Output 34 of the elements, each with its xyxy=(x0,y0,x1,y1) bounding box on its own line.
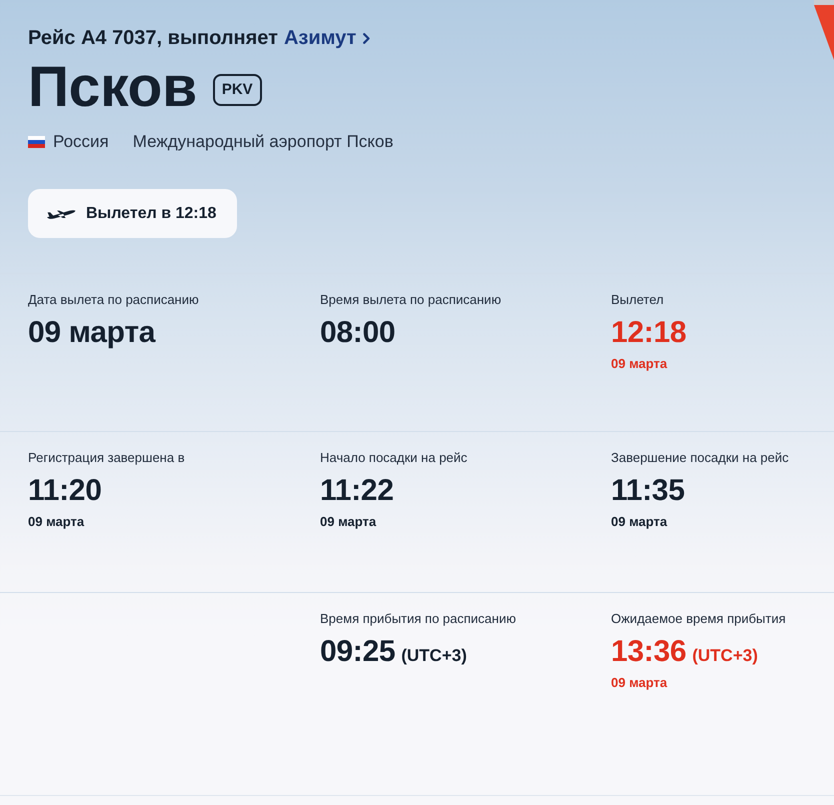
field-label: Начало посадки на рейс xyxy=(320,450,468,466)
field-label: Завершение посадки на рейс xyxy=(611,450,789,466)
field-label: Время прибытия по расписанию xyxy=(320,611,516,627)
schedule-value: 09 марта xyxy=(28,316,156,350)
date-text: 09 марта xyxy=(611,675,668,691)
chevron-icon xyxy=(363,32,370,44)
schedule-value: 11:22 xyxy=(320,474,394,508)
carrier-link[interactable]: Азимут xyxy=(284,26,370,50)
date-text: 09 марта xyxy=(320,514,376,530)
flag-icon xyxy=(28,136,45,148)
field-label: Время вылета по расписанию xyxy=(320,292,502,308)
schedule-value: 08:00 xyxy=(320,316,396,350)
schedule-value: 11:35 xyxy=(611,474,685,508)
timezone-text: (UTC+3) xyxy=(401,646,467,666)
date-text: 09 марта xyxy=(611,356,668,372)
airport-name: Международный аэропорт Псков xyxy=(132,131,394,153)
status-text: Вылетел в 12:18 xyxy=(86,204,216,222)
flight-number-text: Рейс А4 7037, выполняет xyxy=(28,26,278,50)
schedule-value: 13:36 xyxy=(611,635,686,669)
city-name: Псков xyxy=(28,59,197,115)
field-label: Вылетел xyxy=(611,292,664,308)
schedule-value: 12:18 xyxy=(611,316,686,350)
country-name: Россия xyxy=(53,131,109,153)
airplane-icon xyxy=(46,208,76,220)
airport-code-badge: PKV xyxy=(212,74,262,106)
schedule-value: 09:25 xyxy=(320,635,396,669)
field-label: Регистрация завершена в xyxy=(28,450,185,466)
date-text: 09 марта xyxy=(28,514,84,530)
timezone-text: (UTC+3) xyxy=(692,646,758,666)
date-text: 09 марта xyxy=(611,514,668,530)
schedule-value: 11:20 xyxy=(28,474,102,508)
field-label: Ожидаемое время прибытия xyxy=(611,611,786,627)
corner-pennant-drawing xyxy=(814,0,834,60)
field-label: Дата вылета по расписанию xyxy=(28,292,199,308)
